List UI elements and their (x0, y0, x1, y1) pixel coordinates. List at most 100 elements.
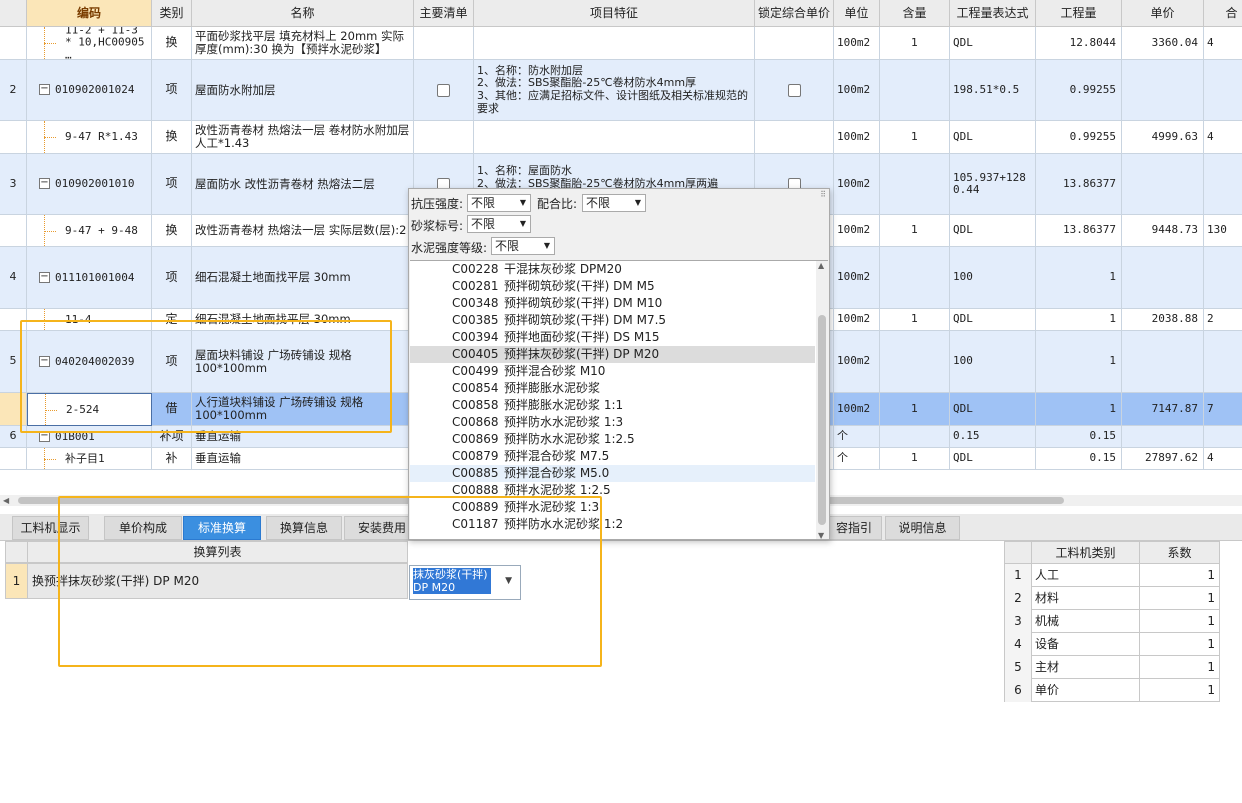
column-header-seq[interactable] (0, 0, 27, 27)
cement-grade-select[interactable]: 不限 ▼ (491, 237, 555, 255)
material-list-item[interactable]: C01187 预拌防水水泥砂浆 1:2 (410, 516, 815, 533)
cell-name[interactable]: 屋面块料铺设 广场砖铺设 规格100*100mm (192, 331, 414, 393)
material-list-item[interactable]: C00405 预拌抹灰砂浆(干拌) DP M20 (410, 346, 815, 363)
table-row[interactable]: 9-47 R*1.43 换 改性沥青卷材 热熔法一层 卷材防水附加层 人工*1.43… (0, 121, 1242, 154)
cell-expr[interactable]: 100 (950, 331, 1036, 393)
conversion-value-select[interactable]: 抹灰砂浆(干拌) DP M20 ▼ (409, 565, 521, 600)
scroll-left-arrow-icon[interactable]: ◀ (3, 495, 9, 506)
category-row[interactable]: 5 主材 1 (1004, 656, 1220, 679)
cell-code[interactable]: 9-47 R*1.43 (27, 121, 152, 154)
table-row[interactable]: 11-2 + 11-3 * 10,HC00905 … 换 平面砂浆找平层 填充材料上… (0, 27, 1242, 60)
column-header-expr[interactable]: 工程量表达式 (950, 0, 1036, 27)
collapse-icon[interactable]: − (39, 271, 50, 283)
cell-name[interactable]: 屋面防水附加层 (192, 60, 414, 121)
column-header-total[interactable]: 合 (1204, 0, 1242, 27)
resize-grip-icon[interactable]: ⠿ (820, 190, 826, 199)
tab-0[interactable]: 工料机显示 (12, 516, 89, 540)
cell-expr[interactable]: QDL (950, 121, 1036, 154)
category-coefficient[interactable]: 1 (1140, 633, 1220, 656)
column-header-unit[interactable]: 单位 (834, 0, 880, 27)
conversion-row[interactable]: 1 换预拌抹灰砂浆(干拌) DP M20 (5, 563, 408, 599)
collapse-icon[interactable]: − (39, 355, 50, 367)
cell-expr[interactable]: 198.51*0.5 (950, 60, 1036, 121)
column-header-price[interactable]: 单价 (1122, 0, 1204, 27)
cell-name[interactable]: 屋面防水 改性沥青卷材 热熔法二层 (192, 154, 414, 215)
column-header-amount[interactable]: 工程量 (1036, 0, 1122, 27)
category-row[interactable]: 4 设备 1 (1004, 633, 1220, 656)
material-list-item[interactable]: C00889 预拌水泥砂浆 1:3 (410, 499, 815, 516)
cell-name[interactable]: 细石混凝土地面找平层 30mm (192, 247, 414, 309)
material-list-item[interactable]: C00385 预拌砌筑砂浆(干拌) DM M7.5 (410, 312, 815, 329)
material-list-item[interactable]: C00858 预拌膨胀水泥砂浆 1:1 (410, 397, 815, 414)
cell-name[interactable]: 细石混凝土地面找平层 30mm (192, 309, 414, 331)
material-list-item[interactable]: C00228 干混抹灰砂浆 DPM20 (410, 261, 815, 278)
cell-code[interactable]: 2-524 (27, 393, 152, 426)
cell-expr[interactable]: QDL (950, 309, 1036, 331)
material-list-item[interactable]: C00499 预拌混合砂浆 M10 (410, 363, 815, 380)
material-list-item[interactable]: C00879 预拌混合砂浆 M7.5 (410, 448, 815, 465)
material-list-item[interactable]: C00348 预拌砌筑砂浆(干拌) DM M10 (410, 295, 815, 312)
collapse-icon[interactable]: − (39, 430, 50, 442)
scroll-up-arrow-icon[interactable]: ▲ (818, 261, 824, 270)
material-list-item[interactable]: C00885 预拌混合砂浆 M5.0 (410, 465, 815, 482)
cell-expr[interactable]: 100 (950, 247, 1036, 309)
cell-name[interactable]: 人行道块料铺设 广场砖铺设 规格100*100mm (192, 393, 414, 426)
cell-name[interactable]: 改性沥青卷材 热熔法一层 实际层数(层):2 (192, 215, 414, 247)
column-header-type[interactable]: 类别 (152, 0, 192, 27)
column-header-name[interactable]: 名称 (192, 0, 414, 27)
category-coefficient[interactable]: 1 (1140, 610, 1220, 633)
cell-code[interactable]: 11-2 + 11-3 * 10,HC00905 … (27, 27, 152, 60)
cell-code[interactable]: 11-4 (27, 309, 152, 331)
tab-5[interactable]: 容指引 (826, 516, 882, 540)
category-coefficient[interactable]: 1 (1140, 656, 1220, 679)
material-list-item[interactable]: C00281 预拌砌筑砂浆(干拌) DM M5 (410, 278, 815, 295)
material-list-item[interactable]: C00854 预拌膨胀水泥砂浆 (410, 380, 815, 397)
cell-code[interactable]: −040204002039 (27, 331, 152, 393)
cell-code[interactable]: −010902001024 (27, 60, 152, 121)
category-coefficient[interactable]: 1 (1140, 587, 1220, 610)
strength-select[interactable]: 不限 ▼ (467, 194, 531, 212)
tab-2[interactable]: 标准换算 (183, 516, 261, 540)
cell-name[interactable]: 改性沥青卷材 热熔法一层 卷材防水附加层 人工*1.43 (192, 121, 414, 154)
column-header-qty[interactable]: 含量 (880, 0, 950, 27)
category-row[interactable]: 3 机械 1 (1004, 610, 1220, 633)
chevron-down-icon[interactable]: ▼ (505, 576, 512, 586)
collapse-icon[interactable]: − (39, 84, 50, 95)
material-list-item[interactable]: C00394 预拌地面砂浆(干拌) DS M15 (410, 329, 815, 346)
cell-expr[interactable]: QDL (950, 27, 1036, 60)
cell-name[interactable]: 垂直运输 (192, 426, 414, 448)
material-list-item[interactable]: C00868 预拌防水水泥砂浆 1:3 (410, 414, 815, 431)
material-list-item[interactable]: C00888 预拌水泥砂浆 1:2.5 (410, 482, 815, 499)
category-row[interactable]: 2 材料 1 (1004, 587, 1220, 610)
category-row[interactable]: 6 单价 1 (1004, 679, 1220, 702)
material-list-item[interactable]: C00869 预拌防水水泥砂浆 1:2.5 (410, 431, 815, 448)
cell-expr[interactable]: QDL (950, 448, 1036, 470)
mix-ratio-select[interactable]: 不限 ▼ (582, 194, 646, 212)
main-list-checkbox[interactable] (437, 83, 450, 97)
cell-code[interactable]: −011101001004 (27, 247, 152, 309)
column-header-main[interactable]: 主要清单 (414, 0, 474, 27)
cell-code[interactable]: −010902001010 (27, 154, 152, 215)
table-row[interactable]: 2 −010902001024 项 屋面防水附加层 1、名称：防水附加层 2、做法：SB… (0, 60, 1242, 121)
cell-code[interactable]: 9-47 + 9-48 (27, 215, 152, 247)
tab-6[interactable]: 说明信息 (885, 516, 960, 540)
column-header-feature[interactable]: 项目特征 (474, 0, 755, 27)
category-coefficient[interactable]: 1 (1140, 679, 1220, 702)
list-scrollbar-thumb[interactable] (818, 315, 826, 525)
cell-expr[interactable]: 105.937+1280.44 (950, 154, 1036, 215)
cell-name[interactable]: 垂直运输 (192, 448, 414, 470)
tab-3[interactable]: 换算信息 (266, 516, 342, 540)
mortar-grade-select[interactable]: 不限 ▼ (467, 215, 531, 233)
category-coefficient[interactable]: 1 (1140, 564, 1220, 587)
cell-code[interactable]: 补子目1 (27, 448, 152, 470)
cell-expr[interactable]: QDL (950, 393, 1036, 426)
cell-code[interactable]: −01B001 (27, 426, 152, 448)
list-vertical-scrollbar[interactable]: ▲ ▼ (816, 261, 828, 539)
lock-price-checkbox[interactable] (787, 83, 801, 97)
collapse-icon[interactable]: − (39, 178, 50, 189)
cell-expr[interactable]: 0.15 (950, 426, 1036, 448)
category-row[interactable]: 1 人工 1 (1004, 564, 1220, 587)
cell-expr[interactable]: QDL (950, 215, 1036, 247)
column-header-lock[interactable]: 锁定综合单价 (755, 0, 834, 27)
cell-name[interactable]: 平面砂浆找平层 填充材料上 20mm 实际厚度(mm):30 换为【预拌水泥砂浆… (192, 27, 414, 60)
